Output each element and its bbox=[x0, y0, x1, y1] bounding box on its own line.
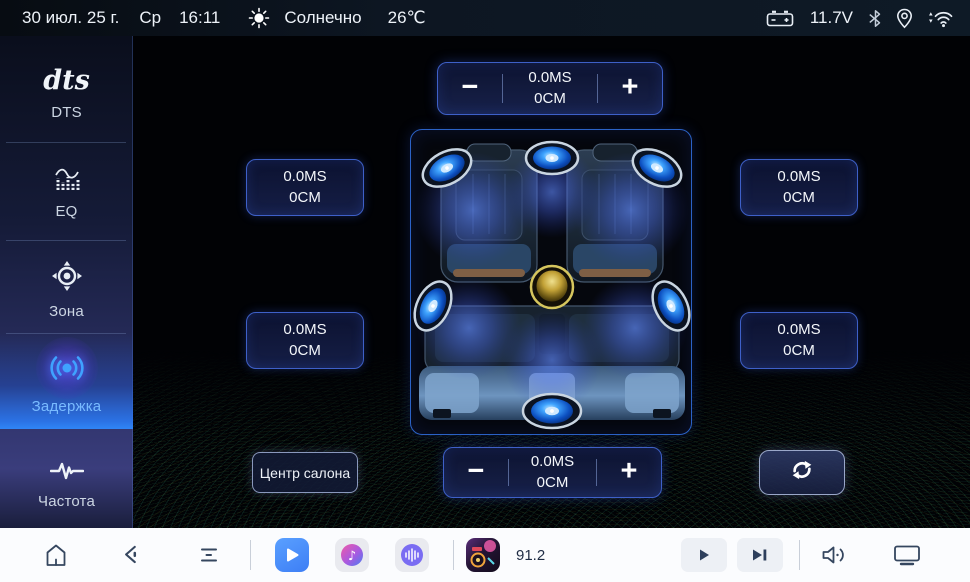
speaker-front-center[interactable] bbox=[526, 142, 578, 174]
subwoofer-delay-value: 0.0MS 0CM bbox=[509, 448, 596, 497]
equalizer-icon bbox=[52, 165, 82, 193]
delay-cm: 0CM bbox=[537, 475, 569, 492]
music-app-icon[interactable]: ♪ bbox=[335, 538, 369, 572]
sidebar-item-dts[interactable]: dts DTS bbox=[0, 48, 133, 140]
play-button[interactable] bbox=[681, 538, 727, 572]
video-player-app-icon[interactable] bbox=[275, 538, 309, 572]
status-bar: 30 июл. 25 г. Ср 16:11 Солнечно 26℃ bbox=[0, 0, 970, 36]
frequency-pulse-icon bbox=[50, 459, 84, 483]
sidebar-item-frequency[interactable]: Частота bbox=[0, 440, 133, 528]
delay-signal-icon bbox=[47, 348, 87, 388]
car-cabin-panel bbox=[410, 129, 692, 435]
delay-ms: 0.0MS bbox=[283, 322, 326, 339]
reset-icon bbox=[789, 458, 815, 487]
sidebar-item-zone[interactable]: Зона bbox=[0, 246, 133, 332]
status-date: 30 июл. 25 г. bbox=[22, 8, 119, 28]
bottom-bar-divider bbox=[250, 540, 251, 570]
front-left-delay-box[interactable]: 0.0MS 0CM bbox=[246, 159, 364, 216]
delay-cm: 0CM bbox=[783, 190, 815, 207]
rear-left-delay-box[interactable]: 0.0MS 0CM bbox=[246, 312, 364, 369]
car-battery-icon bbox=[765, 9, 795, 28]
wifi-icon bbox=[928, 8, 954, 28]
radio-app-icon[interactable] bbox=[466, 538, 500, 572]
plus-button[interactable]: + bbox=[598, 63, 662, 114]
bottom-bar-divider bbox=[453, 540, 454, 570]
radio-frequency-label: 91.2 bbox=[516, 547, 545, 564]
sidebar: dts DTS EQ bbox=[0, 36, 133, 528]
svg-text:♪: ♪ bbox=[348, 549, 356, 564]
recent-apps-icon[interactable] bbox=[196, 542, 222, 568]
zone-target-icon bbox=[50, 259, 84, 293]
next-track-button[interactable] bbox=[737, 538, 783, 572]
sidebar-item-label: EQ bbox=[55, 203, 77, 220]
status-voltage: 11.7V bbox=[810, 8, 853, 28]
front-center-delay-value: 0.0MS 0CM bbox=[503, 63, 597, 114]
status-temperature: 26℃ bbox=[388, 8, 426, 28]
sidebar-divider bbox=[6, 240, 126, 241]
sidebar-item-eq[interactable]: EQ bbox=[0, 148, 133, 236]
subwoofer-delay-stepper: − 0.0MS 0CM + bbox=[443, 447, 662, 498]
sidebar-item-label: Зона bbox=[49, 303, 84, 320]
car-cabin-illustration bbox=[411, 130, 692, 435]
front-center-delay-stepper: − 0.0MS 0CM + bbox=[437, 62, 663, 115]
status-day: Ср bbox=[139, 8, 161, 28]
sidebar-item-delay-active[interactable]: Задержка bbox=[0, 333, 133, 429]
sidebar-divider bbox=[6, 142, 126, 143]
rear-right-delay-box[interactable]: 0.0MS 0CM bbox=[740, 312, 858, 369]
cabin-center-position-button[interactable]: Центр салона bbox=[252, 452, 358, 493]
delay-ms: 0.0MS bbox=[777, 169, 820, 186]
plus-button[interactable]: + bbox=[597, 448, 661, 497]
delay-ms: 0.0MS bbox=[528, 70, 571, 87]
reset-delays-button[interactable] bbox=[759, 450, 845, 495]
back-icon[interactable] bbox=[118, 542, 144, 568]
sidebar-item-label: Задержка bbox=[32, 398, 102, 415]
sidebar-item-label: DTS bbox=[51, 104, 82, 121]
voice-dsp-app-icon[interactable] bbox=[395, 538, 429, 572]
bottom-bar-divider bbox=[799, 540, 800, 570]
head-unit-screen: 30 июл. 25 г. Ср 16:11 Солнечно 26℃ bbox=[0, 0, 970, 582]
delay-cm: 0CM bbox=[289, 343, 321, 360]
delay-ms: 0.0MS bbox=[777, 322, 820, 339]
status-weather: Солнечно bbox=[284, 8, 361, 28]
sun-icon bbox=[248, 7, 270, 29]
status-time: 16:11 bbox=[179, 8, 220, 28]
front-right-delay-box[interactable]: 0.0MS 0CM bbox=[740, 159, 858, 216]
speaker-subwoofer[interactable] bbox=[523, 394, 581, 428]
delay-ms: 0.0MS bbox=[283, 169, 326, 186]
minus-button[interactable]: − bbox=[438, 63, 502, 114]
volume-icon[interactable] bbox=[820, 543, 850, 567]
bottom-nav-bar: ♪ 9 bbox=[0, 528, 970, 582]
location-icon bbox=[896, 8, 913, 29]
listening-position-knob[interactable] bbox=[531, 266, 573, 308]
delay-cm: 0CM bbox=[783, 343, 815, 360]
screen-off-icon[interactable] bbox=[892, 543, 922, 567]
bluetooth-icon bbox=[868, 9, 881, 28]
home-icon[interactable] bbox=[42, 541, 70, 569]
delay-cm: 0CM bbox=[289, 190, 321, 207]
sidebar-item-label: Частота bbox=[38, 493, 95, 510]
minus-button[interactable]: − bbox=[444, 448, 508, 497]
delay-ms: 0.0MS bbox=[531, 454, 574, 471]
delay-cm: 0CM bbox=[534, 91, 566, 108]
dts-logo-icon: dts bbox=[43, 67, 90, 94]
